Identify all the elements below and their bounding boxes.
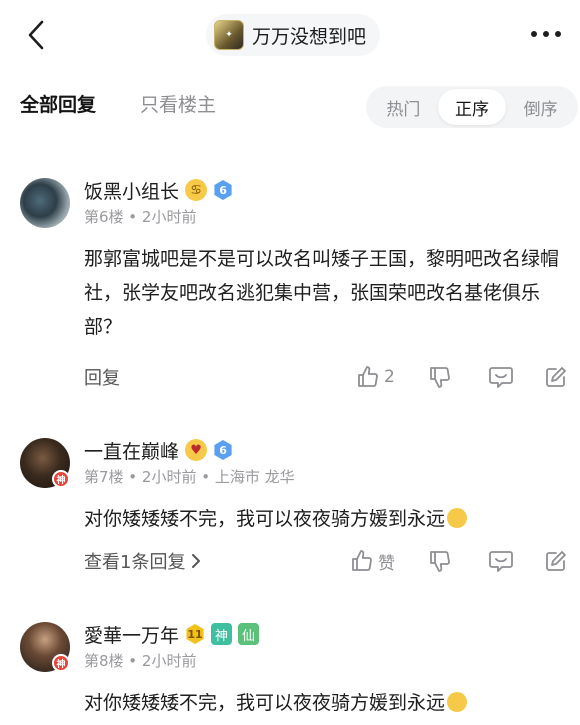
chevron-left-icon xyxy=(28,20,44,50)
post-meta: 第8楼 • 2小时前 xyxy=(84,652,197,670)
reply-text: 对你矮矮矮不完，我可以夜夜骑方媛到永远 xyxy=(84,692,446,714)
comment-button[interactable] xyxy=(488,362,514,392)
edit-pencil-icon xyxy=(546,367,566,387)
heart-eyes-emoji-icon: ♥ xyxy=(185,439,208,461)
more-dots-icon xyxy=(531,31,561,37)
reply-item: 饭黑小组长 ♋ 6 第6楼 • 2小时前 那郭富城吧是不是可以改名叫矮子王国，黎… xyxy=(0,170,580,400)
god-badge: 神 xyxy=(52,654,70,672)
comment-button[interactable] xyxy=(488,546,514,576)
dislike-button[interactable] xyxy=(428,546,452,576)
level-badge: 11 xyxy=(186,624,204,644)
edit-button[interactable] xyxy=(544,362,568,392)
more-button[interactable] xyxy=(528,22,564,46)
level-badge: 6 xyxy=(214,440,232,460)
username[interactable]: 饭黑小组长 xyxy=(84,177,179,204)
like-button[interactable]: 2 xyxy=(356,362,395,392)
filter-row: 全部回复 只看楼主 热门 正序 倒序 xyxy=(0,80,580,132)
like-label: 赞 xyxy=(378,553,395,574)
thumbs-down-icon xyxy=(430,551,450,572)
reply-item: 神 愛華一万年 11 神 仙 第8楼 • 2小时前 对你矮矮矮不完，我可以夜夜骑… xyxy=(0,614,580,725)
post-meta: 第6楼 • 2小时前 xyxy=(84,208,197,226)
forum-title-pill[interactable]: ✦ 万万没想到吧 xyxy=(206,14,381,56)
chevron-right-icon xyxy=(192,554,201,568)
reply-text: 对你矮矮矮不完，我可以夜夜骑方媛到永远 xyxy=(84,508,446,530)
reply-content: 那郭富城吧是不是可以改名叫矮子王国，黎明吧改名绿帽社，张学友吧改名逃犯集中营，张… xyxy=(84,248,560,338)
comment-icon xyxy=(489,367,513,388)
thumbs-up-icon xyxy=(358,366,378,387)
reply-button[interactable]: 回复 xyxy=(84,364,120,390)
view-replies-button[interactable]: 查看1条回复 xyxy=(84,548,201,574)
like-count: 2 xyxy=(384,367,395,387)
god-badge: 神 xyxy=(52,470,70,488)
sort-ascending[interactable]: 正序 xyxy=(437,89,507,125)
post-meta: 第7楼 • 2小时前 • 上海市 龙华 xyxy=(84,468,295,486)
sort-descending[interactable]: 倒序 xyxy=(506,89,575,125)
username[interactable]: 愛華一万年 xyxy=(84,621,179,648)
sort-hot[interactable]: 热门 xyxy=(369,89,438,125)
forum-name: 万万没想到吧 xyxy=(252,25,367,48)
user-line: 一直在巅峰 ♥ 6 xyxy=(84,436,233,464)
user-line: 饭黑小组长 ♋ 6 xyxy=(84,176,233,204)
action-row: 查看1条回复 赞 xyxy=(0,544,580,578)
zodiac-cancer-icon: ♋ xyxy=(185,179,208,201)
comment-icon xyxy=(489,551,513,572)
grin-emoji-icon xyxy=(447,508,468,528)
reply-content: 对你矮矮矮不完，我可以夜夜骑方媛到永远 xyxy=(84,502,574,536)
top-bar: ✦ 万万没想到吧 xyxy=(0,0,580,70)
edit-button[interactable] xyxy=(544,546,568,576)
action-row: 回复 2 xyxy=(0,360,580,394)
thumbs-up-icon xyxy=(352,550,372,571)
sort-segmented-control: 热门 正序 倒序 xyxy=(366,86,578,128)
level-badge: 6 xyxy=(214,180,232,200)
tab-op-only[interactable]: 只看楼主 xyxy=(140,90,216,117)
edit-pencil-icon xyxy=(546,551,566,571)
grin-emoji-icon xyxy=(447,692,468,712)
user-line: 愛華一万年 11 神 仙 xyxy=(84,620,260,648)
reply-content: 对你矮矮矮不完，我可以夜夜骑方媛到永远 xyxy=(84,686,574,720)
tag-badge: 仙 xyxy=(238,623,260,645)
tag-badge: 神 xyxy=(211,623,233,645)
username[interactable]: 一直在巅峰 xyxy=(84,437,179,464)
reply-item: 神 一直在巅峰 ♥ 6 第7楼 • 2小时前 • 上海市 龙华 对你矮矮矮不完，… xyxy=(0,430,580,580)
tab-all-replies[interactable]: 全部回复 xyxy=(20,90,96,117)
dislike-button[interactable] xyxy=(428,362,452,392)
view-replies-label: 查看1条回复 xyxy=(84,552,186,573)
reply-label: 回复 xyxy=(84,368,120,389)
back-button[interactable] xyxy=(22,18,50,52)
forum-logo-icon: ✦ xyxy=(214,20,244,50)
avatar[interactable] xyxy=(20,178,70,228)
like-button[interactable]: 赞 xyxy=(350,546,395,576)
thumbs-down-icon xyxy=(430,367,450,388)
